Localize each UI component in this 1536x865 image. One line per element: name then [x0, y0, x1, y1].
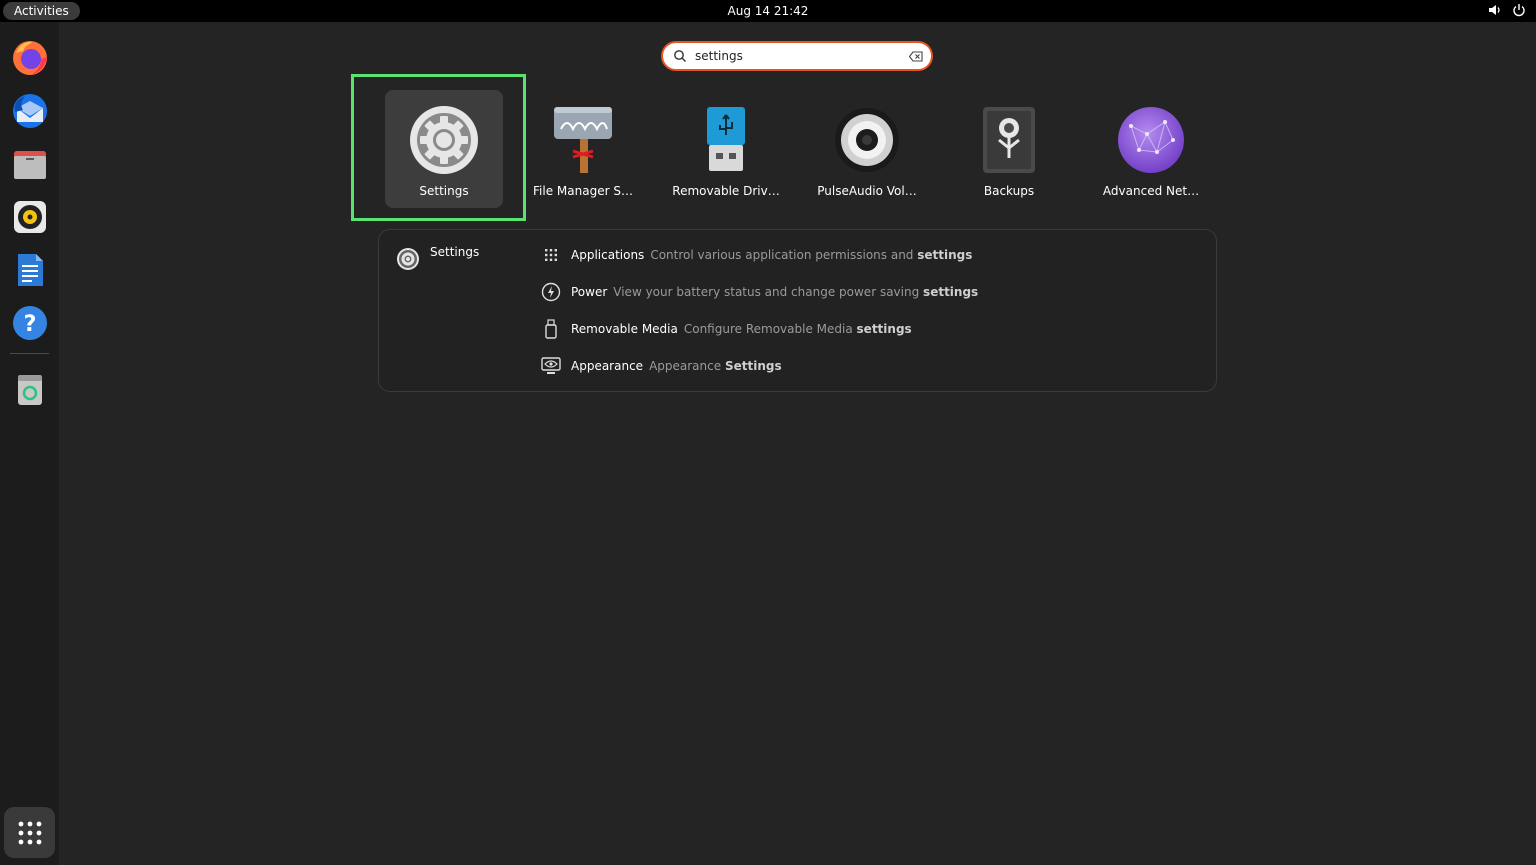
result-applications[interactable]: Applications Control various application… — [541, 245, 972, 265]
top-bar: Activities Aug 14 21:42 — [0, 0, 1536, 22]
app-pulseaudio-volume[interactable]: PulseAudio Vol… — [808, 90, 926, 208]
result-description: Configure Removable Media — [683, 322, 853, 336]
writer-icon[interactable] — [9, 249, 51, 291]
settings-provider-icon[interactable] — [396, 247, 420, 271]
result-description: View your battery status and change powe… — [613, 285, 920, 299]
result-description: Appearance — [649, 359, 722, 373]
clear-search-icon[interactable] — [909, 51, 923, 62]
svg-text:?: ? — [24, 312, 37, 337]
grid-icon — [18, 821, 41, 844]
search-input[interactable] — [695, 49, 895, 63]
firefox-icon[interactable] — [9, 37, 51, 79]
app-label: Settings — [419, 184, 469, 198]
result-match: settings — [917, 248, 973, 262]
result-power[interactable]: Power View your battery status and chang… — [541, 282, 978, 302]
result-match: Settings — [724, 359, 782, 373]
system-tray[interactable] — [1488, 3, 1526, 17]
removable-media-icon — [541, 319, 561, 339]
provider-name: Settings — [430, 245, 480, 259]
app-backups[interactable]: Backups — [950, 90, 1068, 208]
help-icon[interactable]: ? — [9, 302, 51, 344]
rhythmbox-icon[interactable] — [9, 196, 51, 238]
volume-icon[interactable] — [1488, 3, 1502, 17]
settings-gear-icon — [408, 104, 480, 176]
app-settings[interactable]: Settings — [385, 90, 503, 208]
result-match: settings — [923, 285, 979, 299]
result-appearance[interactable]: Appearance Appearance Settings — [541, 356, 782, 376]
dock-separator — [10, 353, 49, 354]
file-manager-settings-icon — [547, 104, 619, 176]
result-title: Power — [571, 285, 608, 299]
search-bar[interactable] — [661, 41, 933, 71]
appearance-icon — [541, 356, 561, 376]
result-removable-media[interactable]: Removable Media Configure Removable Medi… — [541, 319, 912, 339]
result-title: Appearance — [571, 359, 644, 373]
power-menu-icon[interactable] — [1512, 3, 1526, 17]
app-label: Advanced Net… — [1102, 184, 1200, 198]
files-icon[interactable] — [9, 143, 51, 185]
app-label: Backups — [983, 184, 1035, 198]
search-icon — [674, 50, 686, 62]
search-provider-panel: Settings Applications Control various ap… — [378, 229, 1217, 392]
apps-grid-icon — [541, 245, 561, 265]
thunderbird-icon[interactable] — [9, 90, 51, 132]
dock: ? — [0, 22, 59, 865]
result-title: Applications — [571, 248, 645, 262]
app-label: Removable Driv… — [672, 184, 780, 198]
app-removable-drives[interactable]: Removable Driv… — [667, 90, 785, 208]
app-file-manager-settings[interactable]: File Manager S… — [524, 90, 642, 208]
app-label: PulseAudio Vol… — [817, 184, 917, 198]
backups-safe-icon — [973, 104, 1045, 176]
result-description: Control various application permissions … — [650, 248, 914, 262]
network-globe-icon — [1115, 104, 1187, 176]
speaker-icon — [831, 104, 903, 176]
result-match: settings — [856, 322, 912, 336]
show-apps-button[interactable] — [4, 807, 55, 858]
power-icon — [541, 282, 561, 302]
app-label: File Manager S… — [533, 184, 633, 198]
clock[interactable]: Aug 14 21:42 — [0, 0, 1536, 22]
usb-drive-icon — [690, 104, 762, 176]
trash-icon[interactable] — [9, 367, 51, 409]
result-title: Removable Media — [571, 322, 678, 336]
app-advanced-network[interactable]: Advanced Net… — [1092, 90, 1210, 208]
